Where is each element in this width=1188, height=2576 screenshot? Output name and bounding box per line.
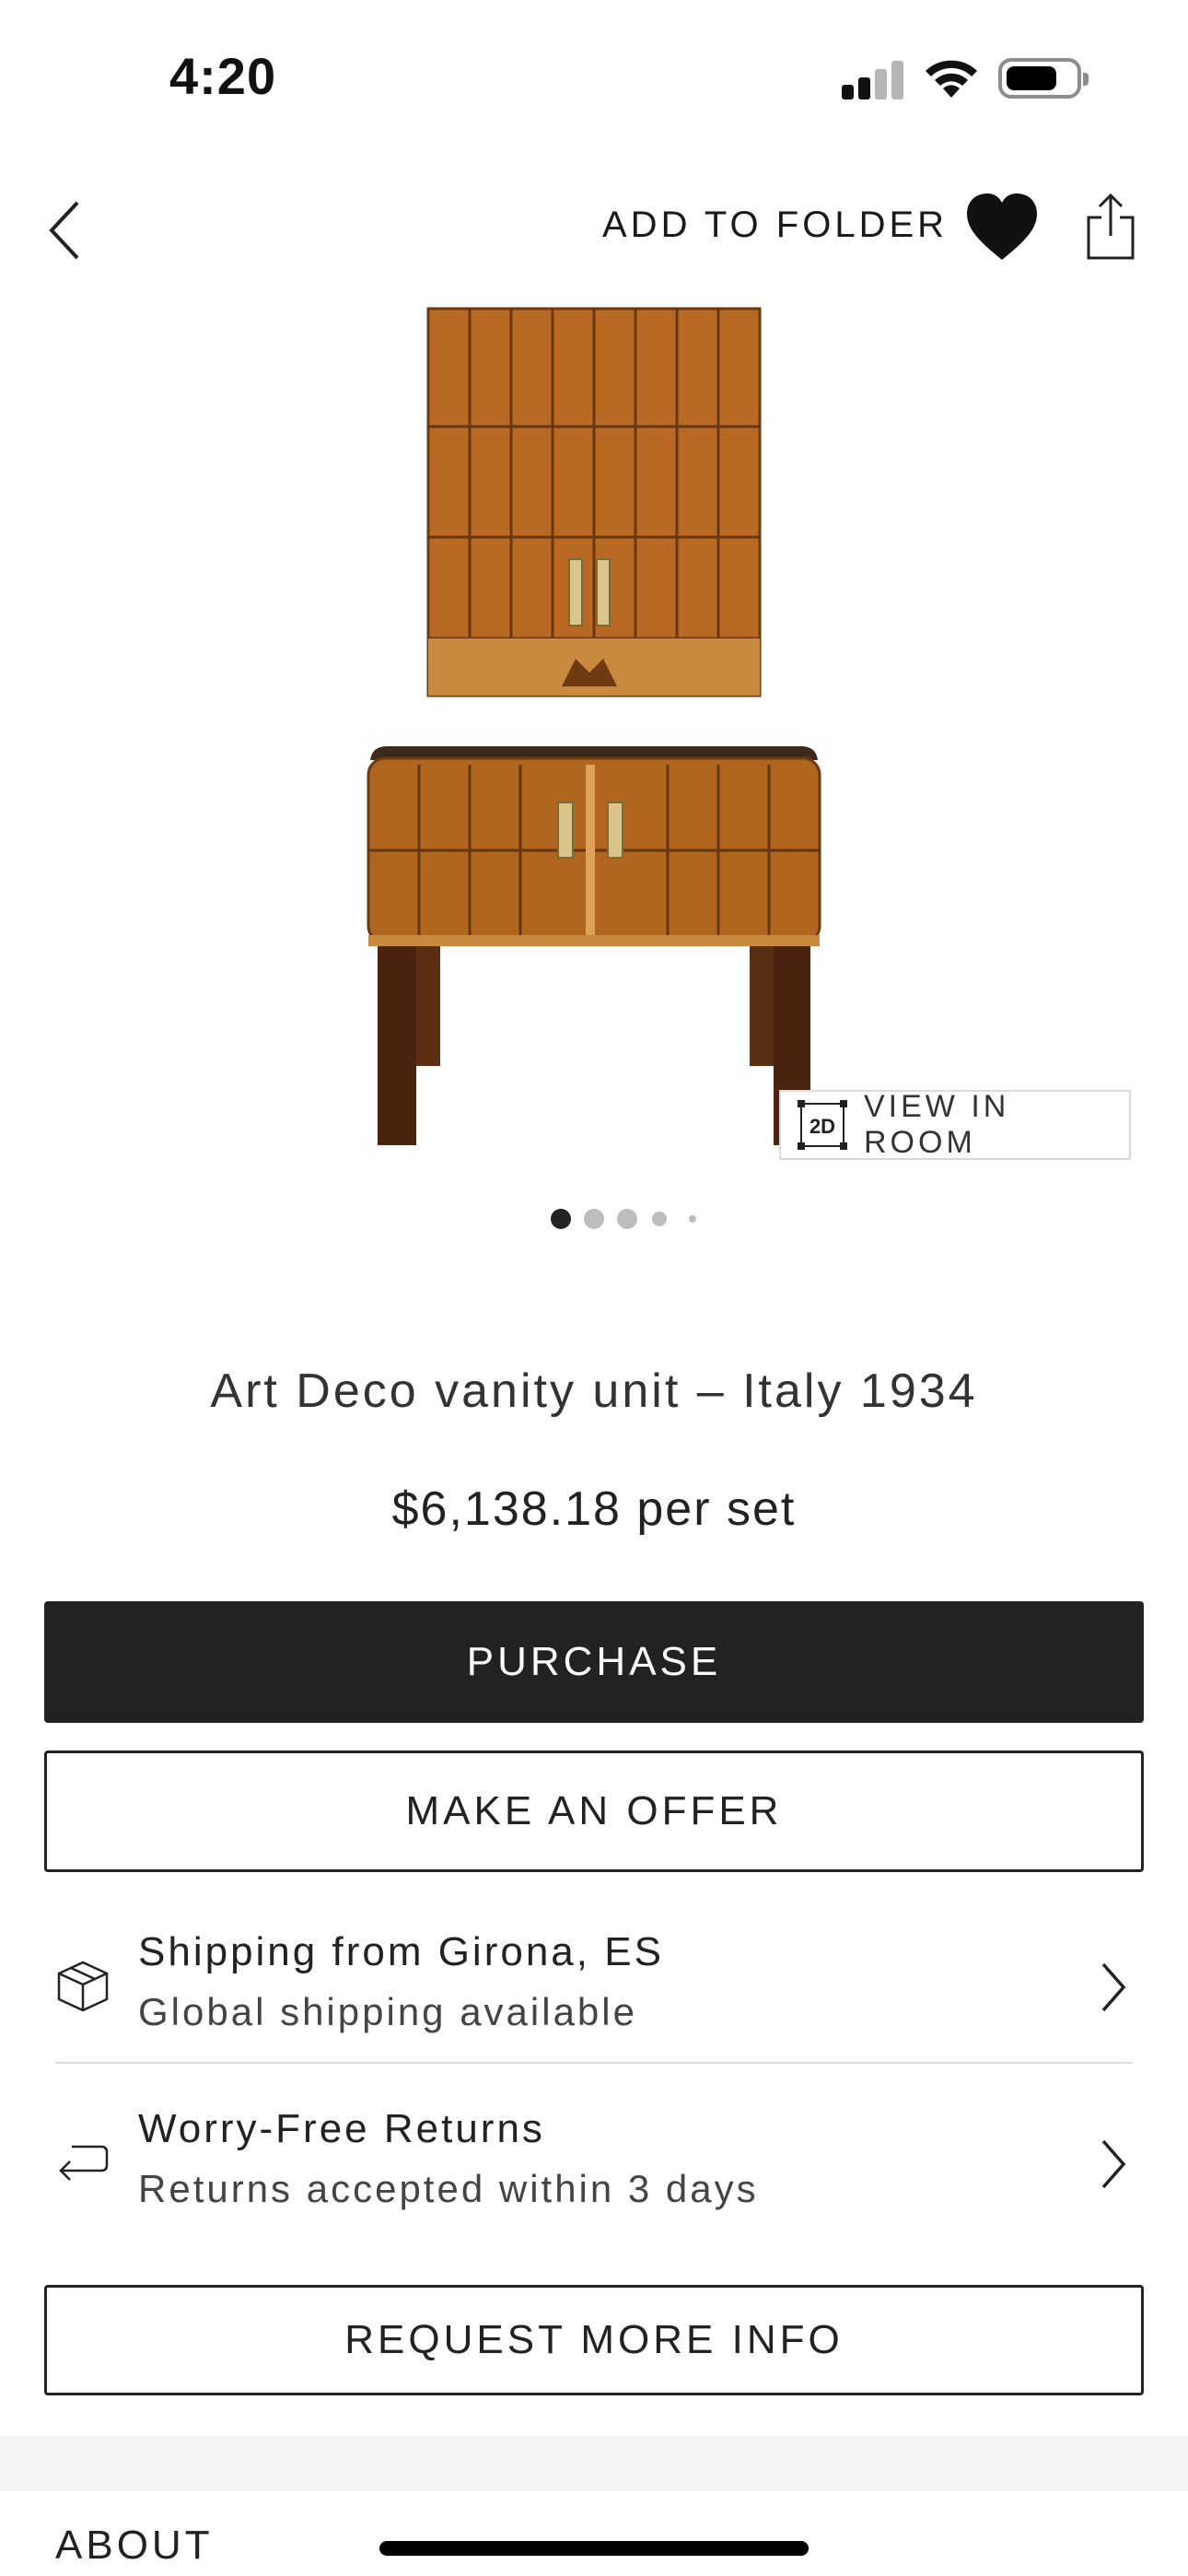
page-dot-3[interactable] bbox=[617, 1209, 637, 1229]
product-image[interactable] bbox=[350, 299, 829, 1165]
status-time: 4:20 bbox=[169, 47, 277, 105]
shipping-subtitle: Global shipping available bbox=[138, 1990, 637, 2033]
battery-icon bbox=[998, 58, 1089, 99]
request-more-info-button[interactable]: REQUEST MORE INFO bbox=[44, 2285, 1144, 2395]
return-arrow-icon bbox=[59, 2145, 109, 2181]
add-to-folder-button[interactable]: ADD TO FOLDER bbox=[602, 205, 948, 246]
product-price: $6,138.18 per set bbox=[391, 1482, 797, 1536]
chevron-right-icon bbox=[1101, 2139, 1126, 2189]
shipping-row[interactable]: Shipping from Girona, ES Global shipping… bbox=[0, 1907, 1188, 2073]
favorite-button[interactable] bbox=[963, 188, 1041, 265]
package-icon bbox=[57, 1961, 109, 2012]
signal-icon bbox=[842, 61, 904, 100]
status-bar: 4:20 bbox=[0, 0, 1188, 161]
view-2d-icon: 2D bbox=[798, 1100, 847, 1150]
home-indicator bbox=[379, 2541, 809, 2556]
gallery-page-indicator bbox=[0, 1203, 1188, 1231]
nav-bar: ADD TO FOLDER bbox=[0, 166, 1188, 295]
back-button[interactable] bbox=[37, 193, 92, 267]
chevron-right-icon bbox=[1101, 1962, 1126, 2012]
share-button[interactable] bbox=[1083, 192, 1138, 262]
returns-subtitle: Returns accepted within 3 days bbox=[138, 2167, 759, 2210]
share-icon bbox=[1087, 193, 1135, 260]
page-dot-4[interactable] bbox=[652, 1212, 667, 1226]
shipping-title: Shipping from Girona, ES bbox=[138, 1929, 664, 1974]
returns-row[interactable]: Worry-Free Returns Returns accepted with… bbox=[0, 2084, 1188, 2250]
section-separator bbox=[0, 2436, 1188, 2491]
heart-icon bbox=[967, 193, 1037, 260]
view-in-room-button[interactable]: 2D VIEW IN ROOM bbox=[779, 1089, 1131, 1160]
row-divider bbox=[55, 2062, 1133, 2064]
page-dot-2[interactable] bbox=[584, 1209, 604, 1229]
view-in-room-label: VIEW IN ROOM bbox=[864, 1089, 1010, 1160]
about-heading: ABOUT bbox=[55, 2523, 214, 2568]
page-dot-1[interactable] bbox=[551, 1209, 571, 1229]
page-dot-5[interactable] bbox=[689, 1215, 696, 1223]
returns-title: Worry-Free Returns bbox=[138, 2106, 545, 2151]
wifi-icon bbox=[926, 60, 977, 98]
purchase-button[interactable]: PURCHASE bbox=[44, 1601, 1144, 1723]
view-2d-badge: 2D bbox=[809, 1115, 835, 1138]
make-offer-button[interactable]: MAKE AN OFFER bbox=[44, 1751, 1144, 1872]
product-title: Art Deco vanity unit – Italy 1934 bbox=[210, 1364, 978, 1418]
chevron-left-icon bbox=[49, 201, 79, 260]
